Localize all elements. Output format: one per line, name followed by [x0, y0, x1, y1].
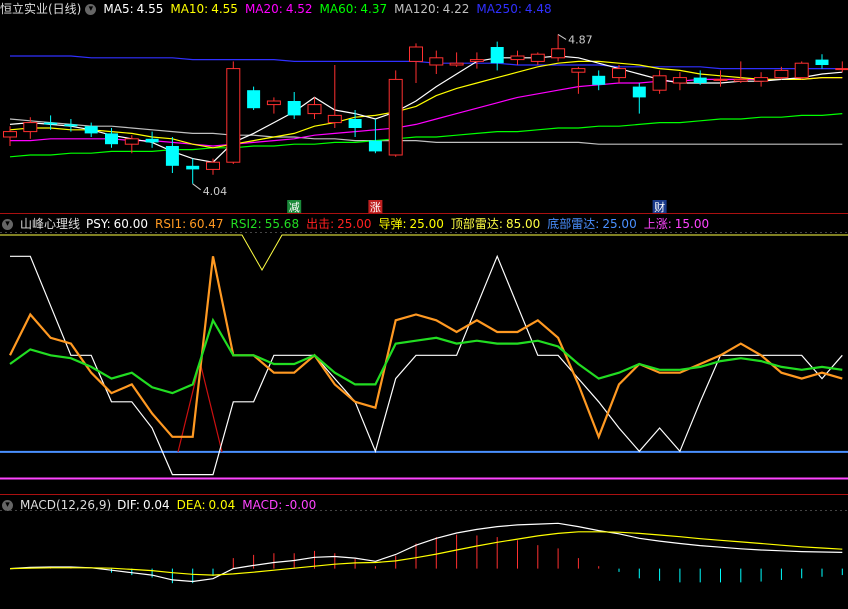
candle-body [592, 75, 606, 85]
candle-body [23, 122, 38, 133]
candle-body [409, 46, 423, 62]
candle-body [247, 90, 261, 109]
event-marker-label: 财 [654, 200, 665, 214]
candle-body [105, 133, 118, 145]
ma20-line [10, 76, 843, 147]
candle-body [226, 68, 241, 163]
candle-body [206, 161, 220, 170]
low-pointer [192, 183, 201, 191]
event-marker-label: 减 [289, 201, 300, 214]
candle-body [490, 47, 504, 64]
event-marker-label: 涨 [370, 201, 381, 214]
candle-body [571, 68, 586, 73]
candle-body [713, 78, 728, 81]
high-label: 4.87 [568, 33, 593, 46]
candle-body [612, 68, 626, 79]
candle-body [388, 78, 403, 156]
candle-body [672, 77, 687, 84]
candle-body [469, 59, 484, 62]
candle-body [266, 100, 281, 106]
ma5-line [9, 55, 843, 163]
candle-body [186, 165, 200, 170]
dif-line [9, 522, 843, 583]
psy-line [10, 254, 843, 476]
chart-canvas: 4.87 4.04 减 涨 财 [0, 33, 848, 584]
rsi1-line [9, 256, 843, 440]
ma250-line [10, 55, 843, 70]
candle-body [145, 138, 159, 143]
high-pointer [557, 33, 567, 40]
candle-body [429, 57, 444, 66]
candle-body [287, 101, 301, 116]
candle-body [530, 53, 545, 62]
candle-body [774, 69, 789, 79]
ma10-line [9, 60, 843, 149]
candle-body [348, 119, 362, 128]
top-radar-line [0, 234, 848, 272]
candle-body [64, 124, 78, 127]
candle-body [368, 140, 382, 152]
candle-body [551, 48, 566, 59]
candle-body [835, 68, 848, 71]
candle-body [165, 146, 179, 166]
candle-body [652, 75, 667, 91]
candle-body [124, 138, 139, 145]
candle-body [794, 62, 809, 79]
candle-body [449, 62, 464, 66]
candle-body [510, 55, 525, 61]
low-label: 4.04 [203, 185, 228, 198]
dea-line [9, 531, 843, 576]
ma60-line [9, 113, 843, 158]
candle-body [733, 78, 748, 82]
candle-body [815, 59, 829, 65]
candle-body [84, 126, 98, 134]
candle-body [754, 77, 769, 82]
candle-body [632, 86, 646, 98]
candle-body [327, 114, 342, 124]
candle-body [307, 104, 322, 115]
candle-body [44, 122, 58, 125]
candle-body [693, 77, 707, 83]
candle-body [3, 131, 17, 138]
